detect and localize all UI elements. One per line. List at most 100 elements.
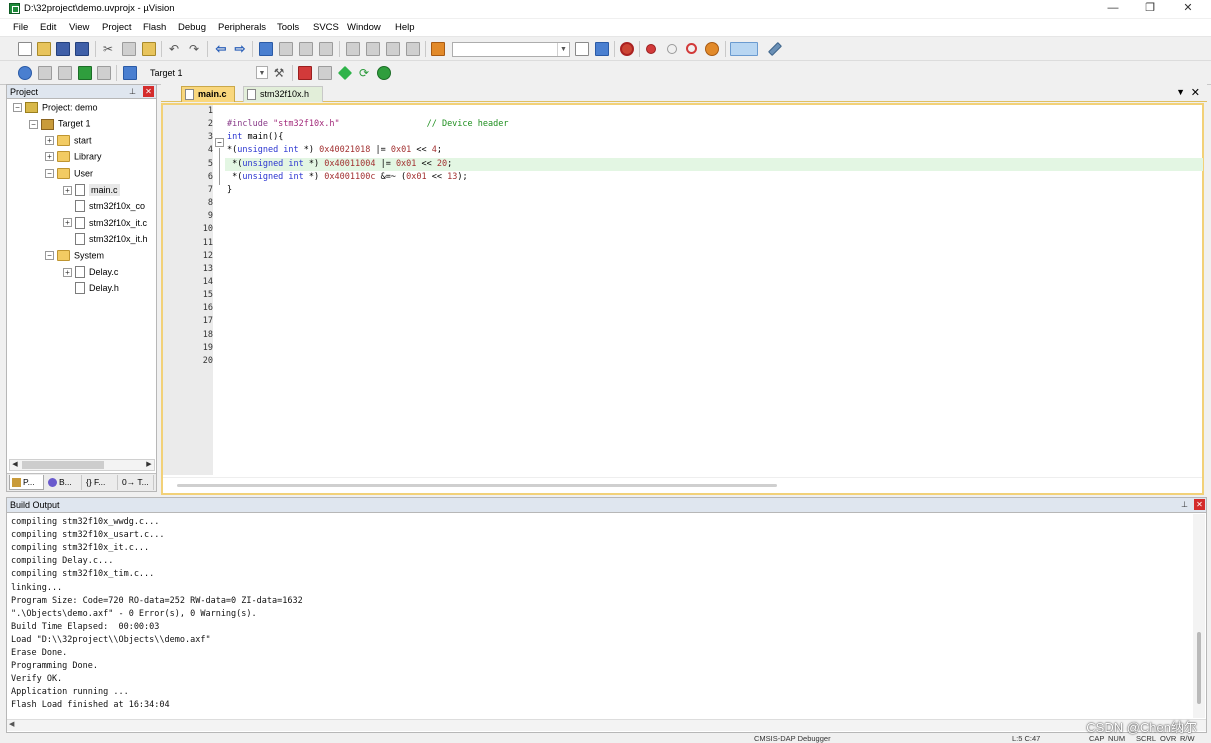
menu-window[interactable]: Window [347, 22, 381, 33]
unindent-icon[interactable] [366, 42, 380, 56]
navigate-back-icon[interactable]: ⇦ [214, 42, 228, 56]
manage-components-icon[interactable] [298, 66, 312, 80]
output-horizontal-scrollbar[interactable]: ◀ [7, 719, 1206, 731]
close-tab-icon[interactable]: ✕ [1191, 86, 1200, 99]
start-debug-icon[interactable] [620, 42, 634, 56]
tab-books[interactable]: B... [46, 475, 82, 490]
indent-icon[interactable] [346, 42, 360, 56]
tab-project[interactable]: P... [9, 475, 44, 490]
output-vertical-scrollbar[interactable] [1193, 514, 1205, 718]
pin-icon[interactable]: ⊥ [129, 87, 136, 96]
tree-expander-icon[interactable]: + [63, 267, 72, 277]
tree-item[interactable]: − User [45, 167, 93, 184]
maximize-button[interactable]: ❐ [1131, 0, 1169, 18]
copy-icon[interactable] [122, 42, 136, 56]
code-line[interactable]: } [225, 184, 1203, 197]
kill-breakpoints-icon[interactable] [705, 42, 719, 56]
insert-breakpoint-icon[interactable] [646, 44, 656, 54]
pin-icon[interactable]: ⊥ [1181, 500, 1188, 509]
open-file-icon[interactable] [37, 42, 51, 56]
tree-expander-icon[interactable]: − [13, 103, 22, 113]
prev-bookmark-icon[interactable] [279, 42, 293, 56]
menu-view[interactable]: View [69, 22, 89, 33]
scrollbar-thumb[interactable] [1197, 632, 1201, 704]
translate-icon[interactable] [18, 66, 32, 80]
scroll-left-icon[interactable]: ◀ [10, 460, 20, 470]
scroll-right-icon[interactable]: ▶ [144, 460, 154, 470]
cut-icon[interactable]: ✂ [101, 42, 115, 56]
tree-item[interactable]: stm32f10x_it.h [63, 233, 148, 249]
uncomment-icon[interactable] [406, 42, 420, 56]
comment-icon[interactable] [386, 42, 400, 56]
disable-breakpoints-icon[interactable] [686, 43, 697, 54]
tree-item[interactable]: Delay.h [63, 282, 119, 298]
tab-templates[interactable]: 0→ T... [120, 475, 154, 490]
code-line[interactable]: *(unsigned int *) 0x40011004 |= 0x01 << … [225, 157, 1203, 171]
tab-stm32f10x-h[interactable]: stm32f10x.h [243, 86, 323, 102]
scroll-left-icon[interactable]: ◀ [9, 720, 14, 728]
menu-peripherals[interactable]: Peripherals [218, 22, 266, 33]
menu-help[interactable]: Help [395, 22, 415, 33]
run-time-environment-icon[interactable] [377, 66, 391, 80]
fold-collapse-icon[interactable]: − [215, 138, 224, 147]
tree-item[interactable]: + start [45, 134, 92, 151]
rebuild-icon[interactable] [58, 66, 72, 80]
bookmark-icon[interactable] [259, 42, 273, 56]
clear-bookmarks-icon[interactable] [319, 42, 333, 56]
paste-icon[interactable] [142, 42, 156, 56]
scrollbar-thumb[interactable] [177, 484, 777, 487]
tree-item[interactable]: + Library [45, 151, 102, 167]
tree-item[interactable]: stm32f10x_co [63, 200, 145, 216]
save-all-icon[interactable] [75, 42, 89, 56]
tree-expander-icon[interactable]: − [45, 250, 54, 260]
tree-expander-icon[interactable]: + [63, 185, 72, 195]
menu-edit[interactable]: Edit [40, 22, 56, 33]
navigate-forward-icon[interactable]: ⇨ [233, 42, 247, 56]
tree-expander-icon[interactable]: + [45, 135, 54, 145]
editor-horizontal-scrollbar[interactable] [163, 477, 1202, 493]
redo-icon[interactable]: ↷ [187, 42, 201, 56]
code-line[interactable]: #include "stm32f10x.h" // Device header [225, 118, 1203, 131]
tab-functions[interactable]: {} F... [84, 475, 118, 490]
tree-item[interactable]: + stm32f10x_it.c [63, 216, 147, 233]
save-icon[interactable] [56, 42, 70, 56]
menu-svcs[interactable]: SVCS [313, 22, 339, 33]
close-window-button[interactable]: ✕ [1169, 0, 1207, 18]
tree-item[interactable]: + Delay.c [63, 266, 118, 282]
menu-tools[interactable]: Tools [277, 22, 299, 33]
incremental-find-icon[interactable] [595, 42, 609, 56]
tree-item[interactable]: − System [45, 249, 104, 266]
select-packs-icon[interactable] [337, 65, 353, 81]
batch-build-icon[interactable] [78, 66, 92, 80]
target-options-icon[interactable]: ⚒ [272, 66, 286, 80]
target-select[interactable]: Target 1 ▼ [146, 66, 268, 81]
next-bookmark-icon[interactable] [299, 42, 313, 56]
tree-item[interactable]: − Project: demo [13, 102, 98, 118]
download-icon[interactable] [123, 66, 137, 80]
tree-item[interactable]: − Target 1 [29, 118, 91, 134]
find-in-files-icon[interactable] [431, 42, 445, 56]
tree-expander-icon[interactable]: − [45, 168, 54, 178]
code-line[interactable]: int main(){ [225, 131, 1203, 144]
close-icon[interactable]: ✕ [143, 86, 154, 97]
code-line[interactable] [225, 105, 1203, 118]
menu-flash[interactable]: Flash [143, 22, 166, 33]
close-icon[interactable]: ✕ [1194, 499, 1205, 510]
menu-project[interactable]: Project [102, 22, 132, 33]
build-icon[interactable] [38, 66, 52, 80]
find-icon[interactable] [575, 42, 589, 56]
window-layout-icon[interactable] [730, 42, 758, 56]
enable-breakpoint-icon[interactable] [667, 44, 677, 54]
tab-main-c[interactable]: main.c [181, 86, 235, 102]
configure-icon[interactable] [767, 41, 783, 57]
undo-icon[interactable]: ↶ [167, 42, 181, 56]
file-extensions-icon[interactable] [318, 66, 332, 80]
find-combo[interactable]: ▼ [452, 42, 570, 57]
stop-build-icon[interactable] [97, 66, 111, 80]
minimize-button[interactable]: — [1094, 0, 1132, 18]
project-horizontal-scrollbar[interactable]: ◀ ▶ [9, 459, 155, 471]
code-line[interactable]: *(unsigned int *) 0x40021018 |= 0x01 << … [225, 144, 1203, 157]
tree-expander-icon[interactable]: − [29, 119, 38, 129]
tab-list-chevron-icon[interactable]: ▼ [1176, 87, 1185, 97]
tree-expander-icon[interactable]: + [63, 218, 72, 228]
